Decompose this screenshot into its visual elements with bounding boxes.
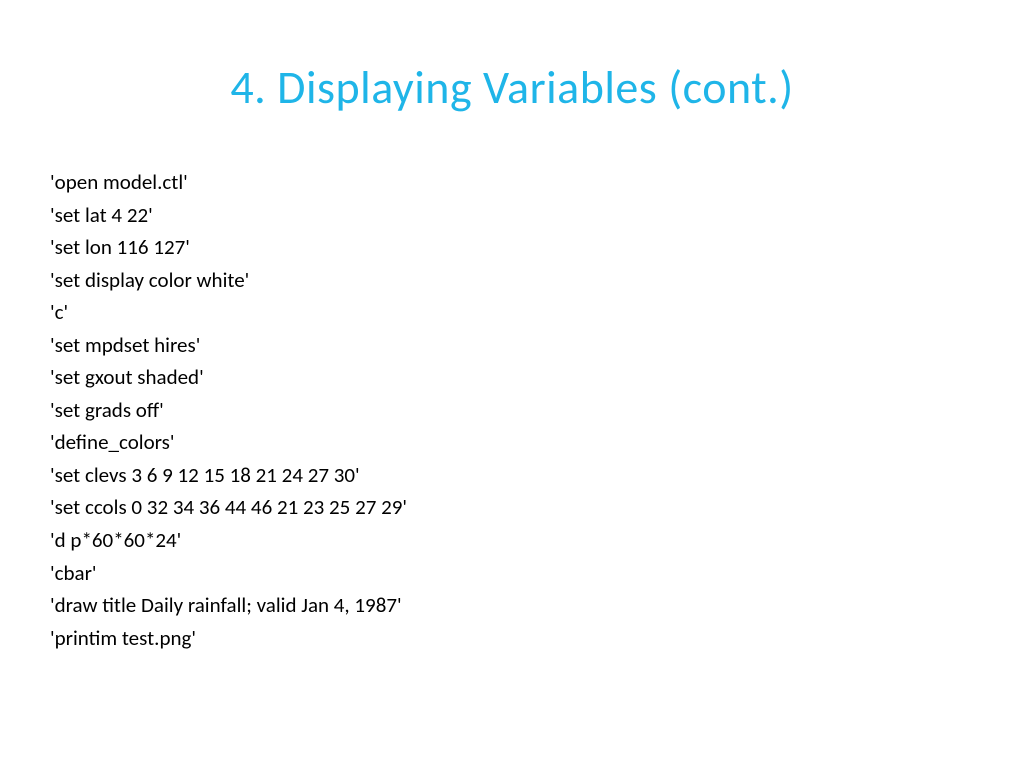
code-line: 'cbar'	[50, 557, 974, 590]
code-line: 'printim test.png'	[50, 622, 974, 655]
code-line: 'define_colors'	[50, 426, 974, 459]
code-line: 'set ccols 0 32 34 36 44 46 21 23 25 27 …	[50, 491, 974, 524]
code-line: 'draw title Daily rainfall; valid Jan 4,…	[50, 589, 974, 622]
code-line: 'open model.ctl'	[50, 166, 974, 199]
code-line: 'set lat 4 22'	[50, 199, 974, 232]
code-line: 'set display color white'	[50, 264, 974, 297]
code-line: 'set mpdset hires'	[50, 329, 974, 362]
code-line: 'd p*60*60*24'	[50, 524, 974, 557]
slide: 4. Displaying Variables (cont.) 'open mo…	[0, 0, 1024, 768]
code-line: 'set gxout shaded'	[50, 361, 974, 394]
code-line: 'set clevs 3 6 9 12 15 18 21 24 27 30'	[50, 459, 974, 492]
slide-content: 'open model.ctl' 'set lat 4 22' 'set lon…	[50, 166, 974, 654]
code-line: 'c'	[50, 296, 974, 329]
code-line: 'set grads off'	[50, 394, 974, 427]
code-line: 'set lon 116 127'	[50, 231, 974, 264]
slide-title: 4. Displaying Variables (cont.)	[50, 60, 974, 116]
